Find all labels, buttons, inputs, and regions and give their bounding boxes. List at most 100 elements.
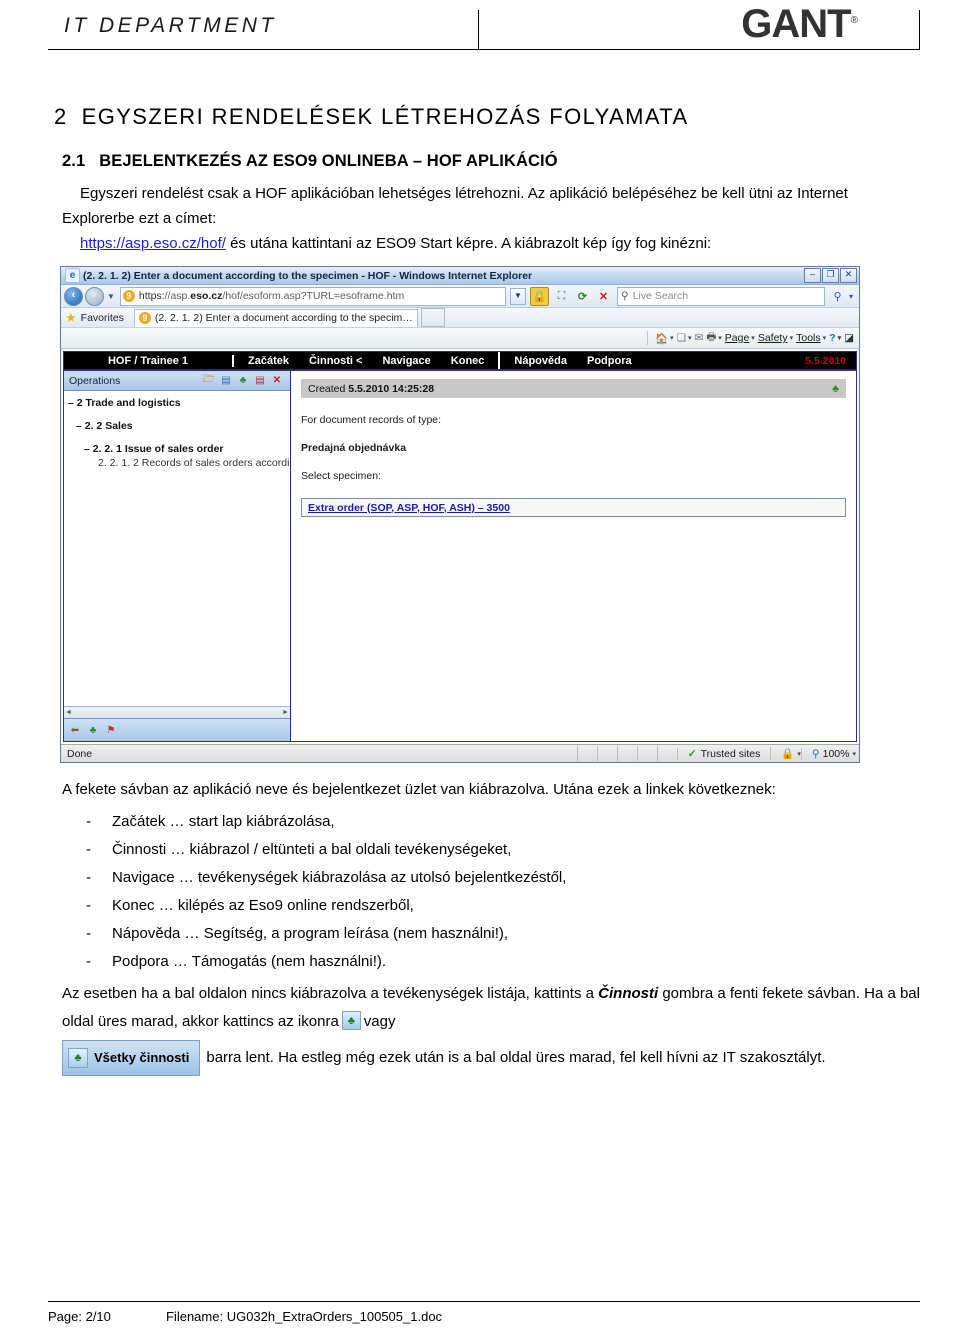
specimen-link[interactable]: Extra order (SOP, ASP, HOF, ASH) – 3500 [308,502,510,514]
search-dropdown-icon[interactable]: ▾ [849,292,853,301]
home-icon[interactable]: 🏠 ▾ [655,332,674,345]
chapter-title: EGYSZERI RENDELÉSEK LÉTREHOZÁS FOLYAMATA [81,104,689,129]
stop-icon[interactable]: ✕ [595,288,612,305]
mail-icon[interactable]: ✉ [695,332,704,344]
minimize-button[interactable]: – [804,268,821,283]
bullet-dash: - [86,897,91,914]
vsetky-cinnosti-label: Všetky činnosti [94,1050,190,1065]
browser-tab[interactable]: 9 (2. 2. 1. 2) Enter a document accordin… [133,308,418,327]
created-text: Created 5.5.2010 14:25:28 [308,382,435,395]
url-paragraph-tail: és utána kattintani az ESO9 Start képre.… [225,235,712,252]
address-input[interactable]: 9 https://asp.eso.cz/hof/esoform.asp?TUR… [119,286,506,306]
note-text-1: Az esetben ha a bal oldalon nincs kiábra… [62,985,599,1002]
header-rule-right [919,10,920,50]
vsetky-cinnosti-button[interactable]: ♣ Všetky činnosti [62,1040,201,1076]
tools-menu[interactable]: Tools ▾ [796,332,826,344]
zoom-caret-icon[interactable]: ▾ [852,750,856,758]
back-icon[interactable]: ⬅ [68,723,82,737]
page-menu[interactable]: Page ▾ [725,332,755,344]
compatibility-icon[interactable]: ⛶ [553,288,570,305]
list-item-text: Konec … kilépés az Eso9 online rendszerb… [112,897,414,914]
flag-icon[interactable]: ⚑ [104,723,118,737]
menu-item-cinnosti[interactable]: Činnosti < [309,355,362,367]
feeds-icon[interactable]: ❏ ▾ [677,332,692,344]
section-heading: 2.1 BEJELENTKEZÉS AZ ESO9 ONLINEBA – HOF … [62,152,920,171]
close-button[interactable]: ✕ [840,268,857,283]
tree-green-icon[interactable]: ♣ [86,723,100,737]
department-title: IT DEPARTMENT [64,14,277,37]
page-footer: Page: 2/10 Filename: UG032h_ExtraOrders_… [48,1301,920,1324]
brand-logo: GANT® [741,2,858,47]
check-icon: ✓ [687,747,697,760]
menu-item-navigace[interactable]: Navigace [382,355,430,367]
refresh-icon[interactable]: ⟳ [574,288,591,305]
maximize-button[interactable]: ❐ [822,268,839,283]
operations-panel: Operations 🗁 ▤ ♣ ▤ ✕ – 2 Trade and logis… [63,370,291,742]
app-name: HOF / Trainee 1 [64,354,234,367]
protected-mode[interactable]: 🔒 ▾ [770,747,801,760]
created-bar: Created 5.5.2010 14:25:28 ♣ [301,379,846,398]
tree-item-sales[interactable]: – 2. 2 Sales [76,420,286,432]
security-zone-label: Trusted sites [700,747,761,760]
list-item-text: Navigace … tevékenységek kiábrazolása az… [112,869,567,886]
menu-item-zacatek[interactable]: Začátek [248,355,289,367]
header-rule [48,49,920,50]
scroll-right-arrow[interactable]: ► [282,709,289,716]
note-bold-cinnosti: Činnosti [598,985,659,1002]
address-dropdown-icon[interactable]: ▼ [509,287,526,305]
scroll-left-arrow[interactable]: ◄ [65,709,72,716]
list-item: - Nápověda … Segítség, a program leírása… [62,920,920,948]
select-specimen-label: Select specimen: [301,470,381,482]
document-help-icon[interactable]: ▤ [253,374,267,388]
note-text-3: vagy [363,1013,396,1030]
app-date: 5.5.2010 [805,354,846,367]
app-help-items: Nápověda Podpora [500,355,645,367]
tree-horizontal-scrollbar[interactable]: ◄ ► [64,706,290,718]
menu-item-konec[interactable]: Konec [451,355,485,367]
status-cells [576,746,677,761]
help-icon[interactable]: ? ▾ [829,332,841,344]
forward-button[interactable]: › [85,286,104,306]
bullet-dash: - [86,813,91,830]
safety-menu[interactable]: Safety ▾ [758,332,793,344]
tree-green-icon[interactable]: ♣ [341,1011,361,1030]
tree-item-records-sales-orders[interactable]: 2. 2. 1. 2 Records of sales orders accor… [98,457,289,469]
recent-pages-dropdown-icon[interactable]: ▼ [107,292,115,301]
new-tab-button[interactable] [420,308,445,327]
print-icon[interactable]: 🖶 ▾ [706,329,721,347]
book-icon[interactable]: ▤ [219,374,233,388]
menu-item-napoveda[interactable]: Nápověda [514,355,567,367]
tab-favicon: 9 [138,312,151,324]
search-go-icon[interactable]: ⚲ [829,288,846,305]
app-columns: Operations 🗁 ▤ ♣ ▤ ✕ – 2 Trade and logis… [63,370,857,742]
tree-item-issue-sales-order[interactable]: – 2. 2. 1 Issue of sales order [84,443,286,455]
menu-item-podpora[interactable]: Podpora [587,355,632,367]
note-text-4: barra lent. Ha estleg még ezek után is a… [206,1049,826,1066]
operations-tree: – 2 Trade and logistics – 2. 2 Sales – 2… [64,391,290,706]
minimize-ribbon-icon[interactable]: ◪ [844,332,854,344]
specimen-box: Extra order (SOP, ASP, HOF, ASH) – 3500 [301,498,846,517]
chapter-number: 2 [54,104,68,129]
browser-titlebar: e (2. 2. 1. 2) Enter a document accordin… [61,267,859,285]
browser-navbar: ‹ › ▼ 9 https://asp.eso.cz/hof/esoform.a… [61,285,859,308]
browser-title: (2. 2. 1. 2) Enter a document according … [83,269,533,282]
status-text: Done [67,747,93,760]
bullet-dash: - [86,925,91,942]
favorites-label[interactable]: Favorites [81,312,124,324]
hof-url-link[interactable]: https://asp.eso.cz/hof/ [80,235,226,252]
eso9-favicon: 9 [122,290,135,302]
tree-item-trade-logistics[interactable]: – 2 Trade and logistics [68,397,286,409]
search-input[interactable]: ⚲ Live Search [616,286,825,306]
zoom-control[interactable]: ⚲ 100% ▾ [800,747,856,760]
document-type-label: For document records of type: [301,414,442,426]
document-content-panel: Created 5.5.2010 14:25:28 ♣ For document… [291,370,857,742]
open-folder-icon[interactable]: 🗁 [202,374,216,388]
list-item-text: Činnosti … kiábrazol / eltünteti a bal o… [112,841,512,858]
close-red-x-icon[interactable]: ✕ [270,374,284,388]
security-zone[interactable]: ✓ Trusted sites [676,747,771,760]
tree-icon[interactable]: ♣ [236,374,250,388]
star-icon[interactable]: ★ [65,310,77,326]
refresh-tree-icon[interactable]: ♣ [832,383,839,395]
list-item: - Navigace … tevékenységek kiábrazolása … [62,864,920,892]
back-button[interactable]: ‹ [64,286,83,306]
